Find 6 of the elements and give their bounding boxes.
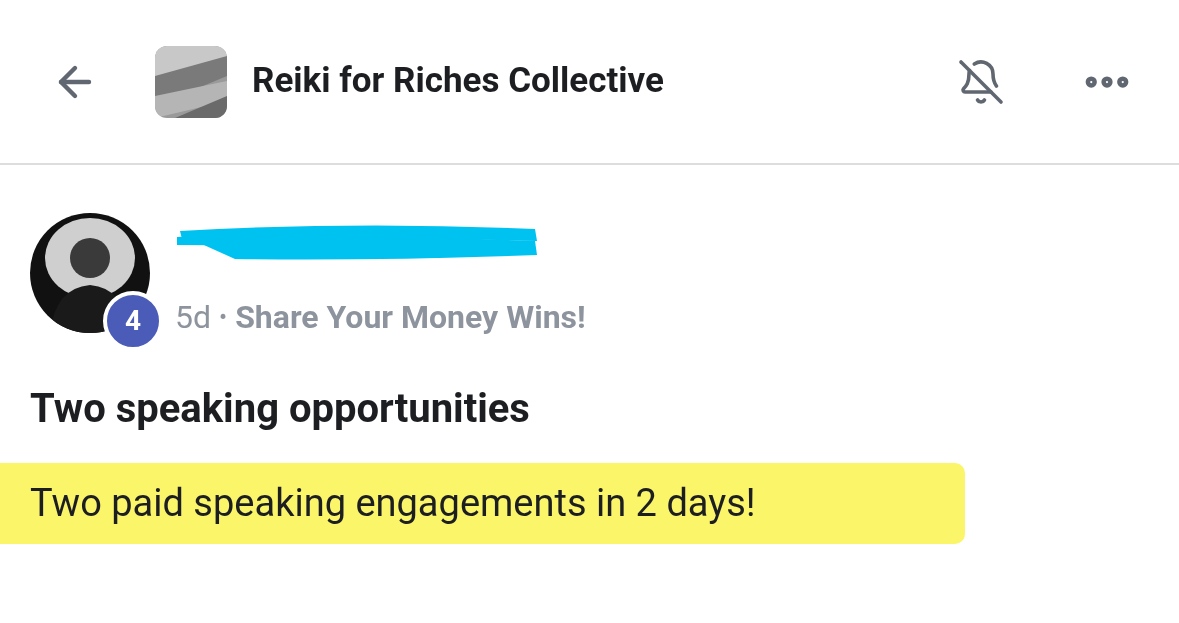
group-title: Reiki for Riches Collective: [252, 59, 664, 104]
post-title: Two speaking opportunities: [30, 384, 531, 434]
post-body: Two paid speaking engagements in 2 days!: [0, 463, 965, 544]
post-time: 5d: [175, 297, 212, 338]
topic-link[interactable]: Share Your Money Wins!: [235, 293, 586, 341]
separator-dot: •: [219, 302, 228, 333]
